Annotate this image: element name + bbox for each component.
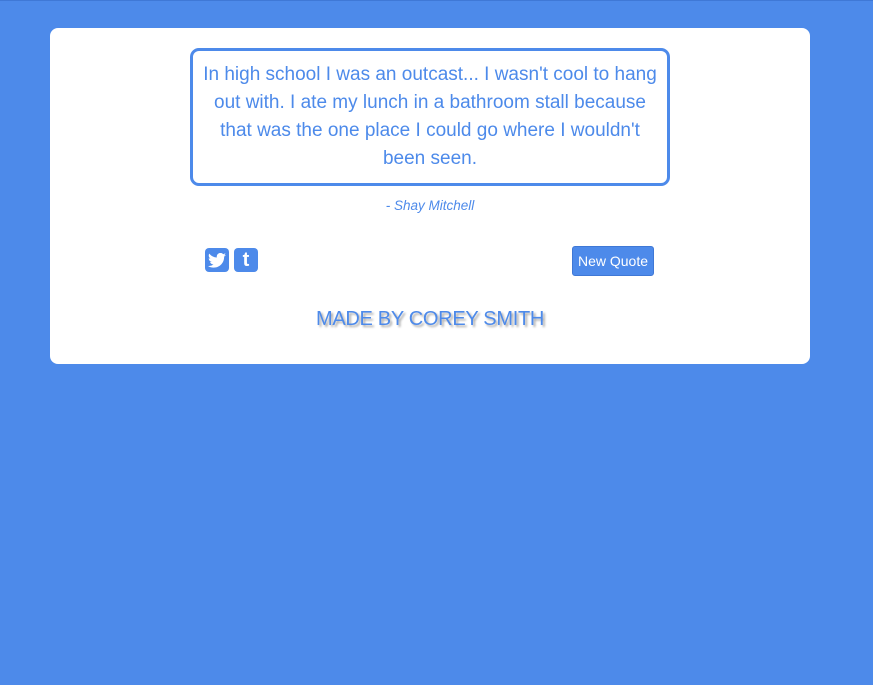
new-quote-button[interactable]: New Quote (572, 246, 654, 276)
twitter-icon (208, 252, 226, 268)
tumblr-icon: t (242, 249, 250, 271)
top-border (0, 0, 873, 1)
author-credit: MADE BY COREY SMITH (315, 308, 545, 330)
tumblr-button[interactable]: t (234, 248, 258, 272)
social-share-buttons: t (205, 248, 258, 272)
quote-card: In high school I was an outcast... I was… (50, 28, 810, 364)
quote-box: In high school I was an outcast... I was… (190, 48, 670, 186)
tweet-button[interactable] (205, 248, 229, 272)
quote-author: - Shay Mitchell (385, 198, 475, 213)
quote-text: In high school I was an outcast... I was… (203, 64, 657, 169)
